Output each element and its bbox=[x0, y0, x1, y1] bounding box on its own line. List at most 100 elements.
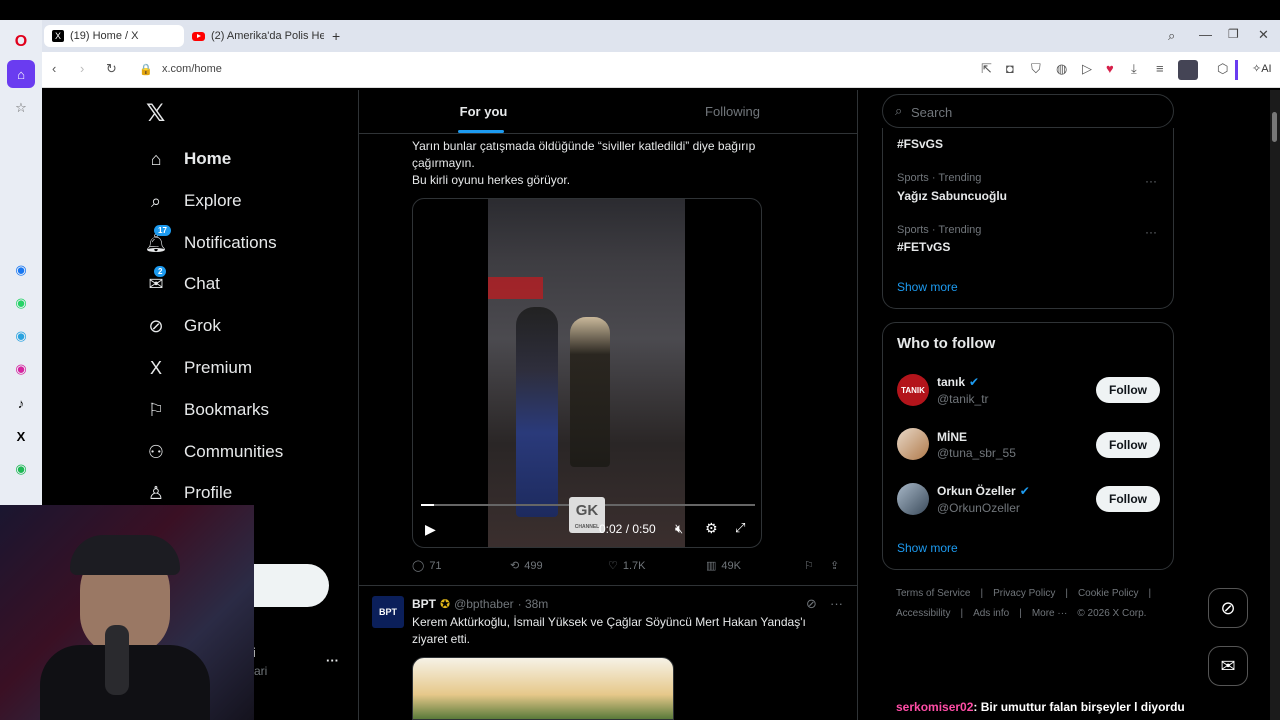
nav-notifications[interactable]: 🔔︎ 17 Notifications bbox=[145, 225, 277, 253]
footer-separator: | bbox=[960, 608, 964, 619]
follow-account-name[interactable]: Orkun Özeller ✔ bbox=[937, 484, 1030, 498]
page-scrollbar[interactable] bbox=[1270, 90, 1280, 720]
home-icon[interactable]: ⌂ bbox=[7, 60, 35, 88]
star-icon[interactable]: ☆ bbox=[7, 94, 35, 122]
tab-x-home[interactable]: X (19) Home / X bbox=[44, 25, 184, 47]
follow-account-name[interactable]: tanık ✔ bbox=[937, 375, 979, 389]
reload-icon[interactable]: ↻ bbox=[106, 61, 117, 77]
account-more-icon[interactable]: ··· bbox=[326, 653, 339, 668]
footer-accessibility[interactable]: Accessibility bbox=[896, 608, 950, 619]
nav-communities[interactable]: ⚇ Communities bbox=[146, 442, 283, 462]
trend-name[interactable]: #FETvGS bbox=[897, 240, 950, 254]
messages-fab[interactable]: ✉ bbox=[1208, 646, 1248, 686]
tiktok-icon[interactable]: ♪ bbox=[7, 389, 35, 417]
player-icon[interactable]: ▷ bbox=[1082, 61, 1092, 77]
footer-privacy[interactable]: Privacy Policy bbox=[993, 588, 1055, 599]
nav-premium[interactable]: X Premium bbox=[146, 358, 252, 378]
follow-account-handle[interactable]: @tanik_tr bbox=[937, 392, 989, 406]
follow-button[interactable]: Follow bbox=[1096, 486, 1160, 512]
trend-more-icon[interactable]: ··· bbox=[1145, 174, 1157, 188]
tab-following[interactable]: Following bbox=[608, 90, 857, 133]
trends-show-more[interactable]: Show more bbox=[897, 280, 958, 294]
nav-bookmarks[interactable]: ⚐ Bookmarks bbox=[146, 400, 269, 420]
nav-home[interactable]: ⌂ Home bbox=[146, 149, 232, 169]
tab-for-you[interactable]: For you bbox=[359, 90, 608, 133]
tweet-time[interactable]: · 38m bbox=[518, 597, 549, 611]
nav-profile[interactable]: ♙ Profile bbox=[146, 483, 232, 503]
share-icon[interactable]: ⇱ bbox=[981, 61, 992, 77]
telegram-icon[interactable]: ◉ bbox=[7, 322, 35, 350]
who-to-follow-show-more[interactable]: Show more bbox=[897, 541, 958, 555]
footer-ads-info[interactable]: Ads info bbox=[973, 608, 1009, 619]
follow-button[interactable]: Follow bbox=[1096, 377, 1160, 403]
menu-icon[interactable]: ≡ bbox=[1156, 61, 1164, 76]
instagram-icon[interactable]: ◉ bbox=[7, 355, 35, 383]
play-icon[interactable]: ▶ bbox=[425, 521, 436, 538]
follow-account-handle[interactable]: @tuna_sbr_55 bbox=[937, 446, 1016, 460]
camera-icon[interactable]: ◘ bbox=[1006, 61, 1014, 76]
messenger-icon[interactable]: ◉ bbox=[7, 256, 35, 284]
trend-name[interactable]: #FSvGS bbox=[897, 137, 943, 151]
opera-logo-icon[interactable]: O bbox=[7, 28, 35, 56]
like-action[interactable]: ♡ 1.7K bbox=[608, 559, 646, 573]
follow-account-handle[interactable]: @OrkunOzeller bbox=[937, 501, 1020, 515]
avatar[interactable] bbox=[897, 428, 929, 460]
vpn-icon[interactable]: ◍ bbox=[1056, 61, 1067, 77]
repost-count: 499 bbox=[524, 559, 543, 572]
ai-button[interactable]: ✧AI bbox=[1252, 62, 1272, 75]
x-sidebar-icon[interactable]: X bbox=[7, 422, 35, 450]
avatar[interactable]: TANIK bbox=[897, 374, 929, 406]
tweet-handle[interactable]: @bpthaber bbox=[454, 597, 514, 611]
avatar[interactable]: BPT bbox=[372, 596, 404, 628]
share-action[interactable]: ⇪ bbox=[830, 559, 839, 572]
shield-icon[interactable]: ⛉ bbox=[1031, 61, 1041, 77]
cube-icon[interactable]: ⬡ bbox=[1217, 61, 1228, 77]
grok-fab[interactable]: ⊘ bbox=[1208, 588, 1248, 628]
follow-button[interactable]: Follow bbox=[1096, 432, 1160, 458]
nav-chat[interactable]: ✉ 2 Chat bbox=[146, 266, 220, 294]
maximize-icon[interactable]: ❐ bbox=[1228, 27, 1239, 41]
nav-label: Home bbox=[184, 149, 232, 168]
follow-account-name[interactable]: MİNE bbox=[937, 430, 967, 444]
nav-grok[interactable]: ⊘ Grok bbox=[146, 316, 220, 336]
avatar[interactable] bbox=[897, 483, 929, 515]
close-icon[interactable]: ✕ bbox=[1258, 27, 1269, 43]
forward-icon[interactable]: › bbox=[80, 61, 84, 76]
bookmark-action[interactable]: ⚐ bbox=[804, 559, 814, 572]
tab-youtube[interactable]: (2) Amerika'da Polis Her Ş bbox=[184, 25, 324, 47]
url-field[interactable]: x.com/home bbox=[162, 63, 222, 75]
tweet-video[interactable]: ▶ GK CHANNEL 0:02 / 0:50 🔇︎ ⚙ ⤢ bbox=[412, 198, 762, 548]
back-icon[interactable]: ‹ bbox=[52, 61, 56, 76]
more-icon[interactable]: ··· bbox=[830, 596, 843, 611]
trend-more-icon[interactable]: ··· bbox=[1145, 225, 1157, 239]
x-logo-icon[interactable]: 𝕏 bbox=[146, 99, 165, 128]
chat-badge: 2 bbox=[154, 266, 167, 277]
nav-label: Explore bbox=[184, 191, 242, 210]
repost-action[interactable]: ⟲ 499 bbox=[510, 559, 543, 573]
verified-icon: ✔ bbox=[1019, 484, 1030, 498]
tab-search-icon[interactable]: ⌕ bbox=[1168, 28, 1175, 44]
tweet-image[interactable] bbox=[412, 657, 674, 720]
grok-icon[interactable]: ⊘ bbox=[806, 596, 817, 612]
mute-icon[interactable]: 🔇︎ bbox=[675, 521, 683, 537]
footer-more[interactable]: More ··· bbox=[1032, 608, 1068, 619]
trend-name[interactable]: Yağız Sabuncuoğlu bbox=[897, 189, 1007, 203]
whatsapp-icon[interactable]: ◉ bbox=[7, 289, 35, 317]
fullscreen-icon[interactable]: ⤢ bbox=[735, 520, 745, 536]
heart-icon[interactable]: ♥ bbox=[1106, 61, 1114, 76]
spotify-icon[interactable]: ◉ bbox=[7, 455, 35, 483]
scrollbar-thumb[interactable] bbox=[1272, 112, 1277, 142]
profile-avatar-icon[interactable] bbox=[1178, 60, 1198, 80]
settings-icon[interactable]: ⚙ bbox=[705, 520, 718, 537]
new-tab-button[interactable]: + bbox=[332, 28, 340, 44]
reply-action[interactable]: ◯ 71 bbox=[412, 559, 442, 573]
footer-terms[interactable]: Terms of Service bbox=[896, 588, 970, 599]
minimize-icon[interactable]: — bbox=[1199, 27, 1212, 42]
download-icon[interactable]: ⤓ bbox=[1131, 61, 1137, 77]
chat-username: serkomiser02 bbox=[896, 700, 974, 714]
nav-explore[interactable]: ⌕ Explore bbox=[146, 191, 242, 211]
views-action[interactable]: ▥ 49K bbox=[706, 559, 741, 573]
footer-cookie[interactable]: Cookie Policy bbox=[1078, 588, 1139, 599]
tweet-author[interactable]: BPT bbox=[412, 597, 436, 611]
search-input[interactable]: ⌕ Search bbox=[882, 94, 1174, 128]
